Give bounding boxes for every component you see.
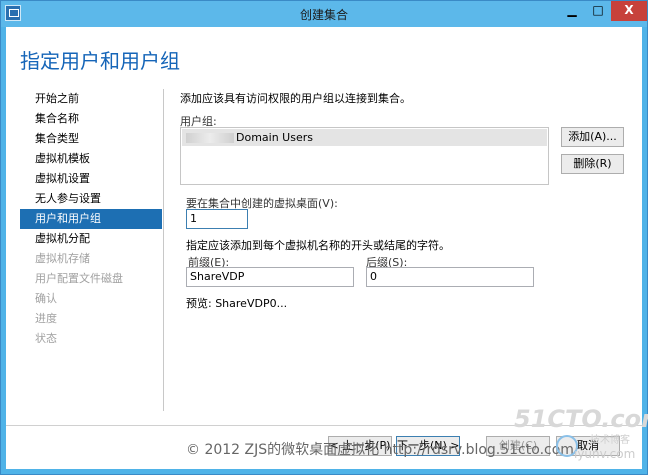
- suffix-input[interactable]: 0: [366, 267, 534, 287]
- nav-item-collection-type[interactable]: 集合类型: [20, 129, 162, 149]
- prefix-input[interactable]: ShareVDP: [186, 267, 354, 287]
- nav-item-results: 状态: [35, 332, 57, 345]
- nav-item-unattended-settings[interactable]: 无人参与设置: [20, 189, 162, 209]
- logo-blog: 技术博客: [590, 435, 630, 446]
- minimize-button[interactable]: ▁: [559, 1, 585, 21]
- nav-item-vm-template[interactable]: 虚拟机模板: [20, 149, 162, 169]
- nav-item-confirmation: 确认: [35, 292, 57, 305]
- nav-item-vm-allocation[interactable]: 虚拟机分配: [20, 229, 162, 249]
- wizard-nav: 开始之前 集合名称 集合类型 虚拟机模板 虚拟机设置 无人参与设置 用户和用户组…: [20, 89, 162, 349]
- site-logo: 51CTO.com 技术博客 iyunv.com: [504, 405, 648, 469]
- add-button[interactable]: 添加(A)...: [561, 127, 624, 147]
- preview-text: 预览: ShareVDP0...: [186, 297, 288, 310]
- description-text: 添加应该具有访问权限的用户组以连接到集合。: [180, 92, 411, 105]
- nav-item-vm-settings[interactable]: 虚拟机设置: [20, 169, 162, 189]
- vm-count-input[interactable]: 1: [186, 209, 248, 229]
- usergroups-list[interactable]: Domain Users: [180, 127, 549, 185]
- list-item[interactable]: Domain Users: [182, 129, 547, 146]
- wizard-body: 指定用户和用户组 开始之前 集合名称 集合类型 虚拟机模板 虚拟机设置 无人参与…: [6, 27, 648, 469]
- redacted-domain: [186, 133, 234, 143]
- nav-divider: [163, 89, 164, 411]
- remove-button[interactable]: 删除(R): [561, 154, 624, 174]
- nav-item-vm-storage: 虚拟机存储: [35, 252, 90, 265]
- nav-item-users-groups[interactable]: 用户和用户组: [20, 209, 162, 229]
- page-title: 指定用户和用户组: [20, 49, 180, 73]
- wizard-window: 创建集合 ▁ □ X 指定用户和用户组 开始之前 集合名称 集合类型 虚拟机模板…: [0, 0, 648, 475]
- nav-item-before-begin[interactable]: 开始之前: [20, 89, 162, 109]
- nav-item-user-profile-disks: 用户配置文件磁盘: [35, 272, 123, 285]
- usergroup-name: Domain Users: [236, 131, 313, 144]
- logo-iyunv: iyunv.com: [574, 447, 636, 461]
- naming-description: 指定应该添加到每个虚拟机名称的开头或结尾的字符。: [186, 239, 450, 252]
- nav-item-progress: 进度: [35, 312, 57, 325]
- close-button[interactable]: X: [611, 1, 647, 21]
- window-title: 创建集合: [299, 8, 348, 22]
- title-bar[interactable]: 创建集合 ▁ □ X: [1, 1, 647, 27]
- nav-item-collection-name[interactable]: 集合名称: [20, 109, 162, 129]
- logo-51cto: 51CTO.com: [514, 405, 648, 433]
- maximize-button[interactable]: □: [585, 1, 611, 21]
